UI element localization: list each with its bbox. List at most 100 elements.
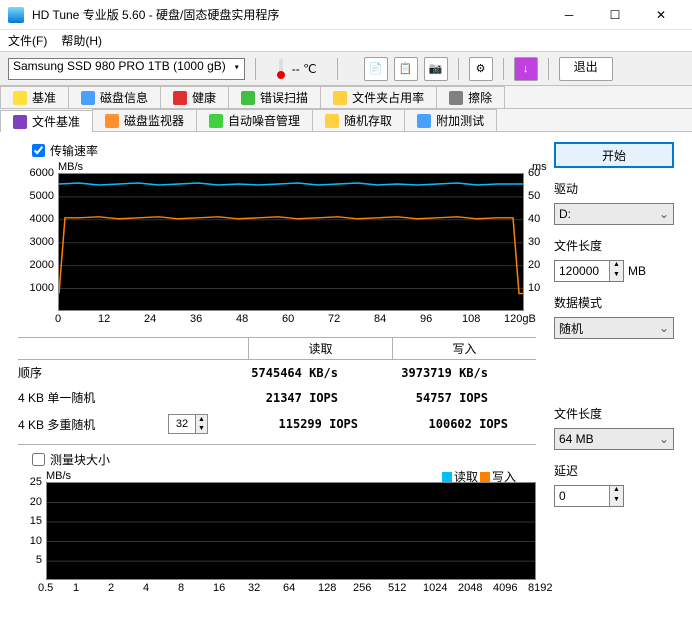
exit-button[interactable]: 退出 xyxy=(559,57,613,81)
app-icon xyxy=(8,7,24,23)
tab-错误扫描[interactable]: 错误扫描 xyxy=(228,86,321,108)
minimize-button[interactable]: ─ xyxy=(546,0,592,30)
tab-icon xyxy=(209,114,223,128)
side-delay-field[interactable] xyxy=(555,486,609,506)
x-tick: 108 xyxy=(462,313,480,325)
results-header-write: 写入 xyxy=(392,338,536,359)
tab-icon xyxy=(325,114,339,128)
x-tick: 2048 xyxy=(458,582,482,594)
tab-icon xyxy=(333,91,347,105)
tab-附加测试[interactable]: 附加测试 xyxy=(404,109,497,131)
copy-text-button[interactable]: 📄 xyxy=(364,57,388,81)
tab-icon xyxy=(417,114,431,128)
tab-磁盘信息[interactable]: 磁盘信息 xyxy=(68,86,161,108)
x-tick: 24 xyxy=(144,313,156,325)
menu-file[interactable]: 文件(F) xyxy=(8,32,47,49)
side-filelen-label: 文件长度 xyxy=(554,237,674,254)
tab-label: 磁盘监视器 xyxy=(124,112,184,129)
blocksize-chart: MB/s 读取 写入 25 20 15 10 5 0.5124816326412… xyxy=(24,472,536,598)
x-tick: 8 xyxy=(178,582,184,594)
x-tick: 128 xyxy=(318,582,336,594)
side-pattern-select[interactable]: 随机 xyxy=(554,317,674,339)
x-tick: 4 xyxy=(143,582,149,594)
tab-icon xyxy=(13,115,27,129)
close-button[interactable]: ✕ xyxy=(638,0,684,30)
results-header: 读取 写入 xyxy=(18,337,536,360)
legend-swatch-write xyxy=(480,472,490,482)
menu-help[interactable]: 帮助(H) xyxy=(61,32,102,49)
side-drive-value: D: xyxy=(559,207,571,221)
tab-擦除[interactable]: 擦除 xyxy=(436,86,505,108)
queue-depth-spinner[interactable]: ▲▼ xyxy=(168,414,208,434)
y-tick: 20 xyxy=(12,496,42,508)
side-delay-label: 延迟 xyxy=(554,462,674,479)
y-tick: 6000 xyxy=(24,167,54,179)
drive-select-value: Samsung SSD 980 PRO 1TB (1000 gB) xyxy=(13,59,226,73)
side-drive-select[interactable]: D: xyxy=(554,203,674,225)
side-filelen-input[interactable]: ▲▼ xyxy=(554,260,624,282)
y-tick: 5000 xyxy=(24,190,54,202)
transfer-rate-checkbox-row: 传输速率 xyxy=(32,142,536,159)
x-tick: 8192 xyxy=(528,582,552,594)
result-write: 3973719 KB/s xyxy=(338,366,488,380)
right-column: 开始 驱动 D: 文件长度 ▲▼ MB 数据模式 随机 文件长度 64 MB 延… xyxy=(554,142,674,598)
tab-strip-row1: 基准磁盘信息健康 错误扫描 文件夹占用率擦除 xyxy=(0,86,692,109)
y-tick: 15 xyxy=(12,515,42,527)
drive-select[interactable]: Samsung SSD 980 PRO 1TB (1000 gB) xyxy=(8,58,245,80)
blocksize-checkbox-row: 测量块大小 xyxy=(32,451,536,468)
content-area: 传输速率 MB/s ms 6000 5000 4000 3000 xyxy=(0,132,692,608)
options-button[interactable]: ⚙ xyxy=(469,57,493,81)
side-filelen2-select[interactable]: 64 MB xyxy=(554,428,674,450)
tab-文件基准[interactable]: 文件基准 xyxy=(0,110,93,132)
tab-label: 错误扫描 xyxy=(260,89,308,106)
screenshot-button[interactable]: 📷 xyxy=(424,57,448,81)
title-bar: HD Tune 专业版 5.60 - 硬盘/固态硬盘实用程序 ─ ☐ ✕ xyxy=(0,0,692,30)
side-pattern-value: 随机 xyxy=(559,320,583,337)
side-filelen-unit: MB xyxy=(628,264,646,278)
save-button[interactable]: ↓ xyxy=(514,57,538,81)
blocksize-chart-svg xyxy=(47,483,535,581)
tab-icon xyxy=(13,91,27,105)
transfer-rate-checkbox[interactable] xyxy=(32,144,45,157)
start-button[interactable]: 开始 xyxy=(554,142,674,168)
x-tick: 2 xyxy=(108,582,114,594)
tab-随机存取[interactable]: 随机存取 xyxy=(312,109,405,131)
tab-icon xyxy=(105,114,119,128)
tab-健康[interactable]: 健康 xyxy=(160,86,229,108)
side-filelen2-label: 文件长度 xyxy=(554,405,674,422)
tab-文件夹占用率[interactable]: 文件夹占用率 xyxy=(320,86,437,108)
x-tick: 120gB xyxy=(504,313,536,325)
queue-depth-field[interactable] xyxy=(169,415,195,433)
x-tick: 12 xyxy=(98,313,110,325)
tab-磁盘监视器[interactable]: 磁盘监视器 xyxy=(92,109,197,131)
x-tick: 1024 xyxy=(423,582,447,594)
blocksize-checkbox[interactable] xyxy=(32,453,45,466)
side-filelen-field[interactable] xyxy=(555,261,609,281)
tab-自动噪音管理[interactable]: 自动噪音管理 xyxy=(196,109,313,131)
blocksize-label: 测量块大小 xyxy=(50,451,110,468)
separator xyxy=(18,444,536,445)
tab-label: 文件夹占用率 xyxy=(352,89,424,106)
left-column: 传输速率 MB/s ms 6000 5000 4000 3000 xyxy=(18,142,536,598)
y-tick: 2000 xyxy=(24,259,54,271)
result-read: 5745464 KB/s xyxy=(188,366,338,380)
exit-button-label: 退出 xyxy=(574,60,598,74)
transfer-rate-label: 传输速率 xyxy=(50,142,98,159)
copy-info-button[interactable]: 📋 xyxy=(394,57,418,81)
tab-label: 随机存取 xyxy=(344,112,392,129)
tab-label: 文件基准 xyxy=(32,113,80,130)
maximize-button[interactable]: ☐ xyxy=(592,0,638,30)
tab-基准[interactable]: 基准 xyxy=(0,86,69,108)
x-tick: 84 xyxy=(374,313,386,325)
transfer-chart: MB/s ms 6000 5000 4000 3000 2000 1000 xyxy=(24,163,536,331)
result-label: 顺序 xyxy=(18,364,188,381)
x-tick: 0 xyxy=(55,313,61,325)
result-label: 4 KB 单一随机 xyxy=(18,389,188,406)
side-filelen2-value: 64 MB xyxy=(559,432,594,446)
side-delay-input[interactable]: ▲▼ xyxy=(554,485,624,507)
y-tick: 3000 xyxy=(24,236,54,248)
x-tick: 36 xyxy=(190,313,202,325)
toolbar-separator xyxy=(255,58,256,80)
y-tick-r: 10 xyxy=(528,282,548,294)
x-tick: 0.5 xyxy=(38,582,53,594)
